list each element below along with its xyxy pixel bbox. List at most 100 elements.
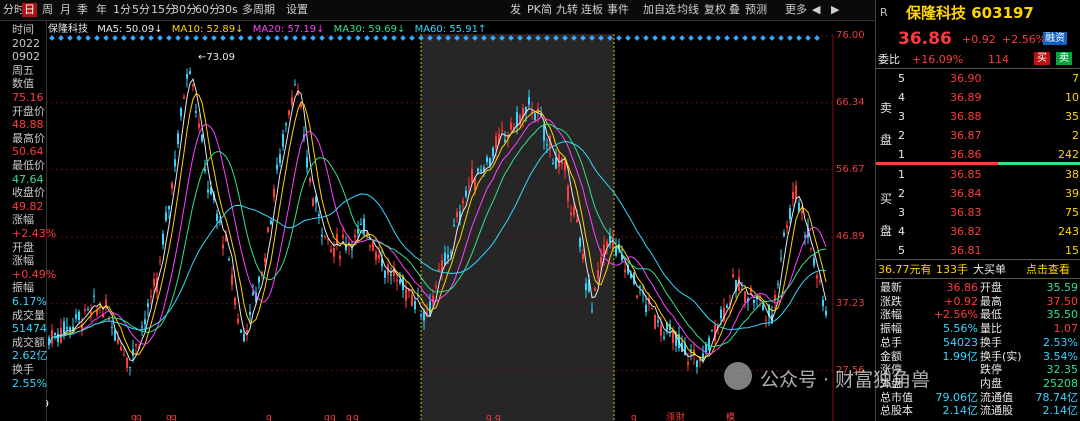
scroll-left-icon[interactable]: ◀: [812, 3, 820, 17]
kline-chart[interactable]: ←73.09←20.69gggggggggggg漲財模: [46, 34, 834, 421]
bottom-marker: 漲: [666, 412, 675, 421]
candle-body: [687, 362, 689, 365]
ask-price: 36.90: [950, 72, 982, 85]
period-tab[interactable]: 60分: [195, 3, 220, 17]
bid-vol: 38: [1065, 168, 1079, 181]
candle-body: [264, 258, 266, 263]
candle-body: [411, 294, 413, 307]
info-item: 收盘价: [12, 186, 45, 200]
candle-body: [342, 234, 344, 238]
event-marker: [724, 35, 730, 41]
stat-l2: 最低: [980, 308, 1002, 322]
candle-body: [276, 164, 278, 170]
bid-vol: 39: [1065, 187, 1079, 200]
ask-level: 2: [898, 129, 905, 142]
period-tab[interactable]: 季: [77, 3, 88, 17]
candle-body: [87, 308, 89, 310]
candle-body: [240, 329, 242, 333]
candle-body: [462, 200, 464, 204]
candle-body: [162, 233, 164, 245]
candle-body: [222, 244, 224, 249]
event-marker: [409, 35, 415, 41]
candle-body: [246, 330, 248, 333]
event-marker: [139, 35, 145, 41]
bid-vol: 15: [1065, 244, 1079, 257]
info-item: 开盘价: [12, 104, 45, 118]
candle-body: [204, 169, 206, 172]
period-tab[interactable]: 5分: [132, 3, 150, 17]
candle-body: [330, 249, 332, 252]
toolbar-button[interactable]: 九转: [556, 3, 578, 17]
toolbar-button[interactable]: PK: [527, 3, 541, 17]
event-marker: [634, 35, 640, 41]
candle-body: [783, 232, 785, 236]
stat-l1: 金额: [880, 349, 902, 363]
candle-body: [63, 321, 65, 335]
period-tab[interactable]: 设置: [286, 3, 308, 17]
weibi-count: 114: [988, 53, 1009, 66]
period-tab[interactable]: 多周期: [242, 3, 275, 17]
candle-body: [177, 133, 179, 145]
candle-body: [477, 168, 479, 172]
buy-button[interactable]: 买: [1034, 52, 1050, 65]
candle-body: [279, 154, 281, 163]
period-tab[interactable]: 1分: [113, 3, 131, 17]
ma-legend: 保隆科技 MA5: 50.09↓ MA10: 52.89↓ MA20: 57.1…: [48, 20, 492, 35]
candle-body: [90, 311, 92, 314]
big-order-link[interactable]: 点击查看: [1026, 263, 1070, 276]
candle-body: [93, 295, 95, 297]
bid-level: 4: [898, 225, 905, 238]
candle-body: [327, 239, 329, 241]
candle-body: [819, 280, 821, 282]
candle-body: [207, 189, 209, 193]
ask-vol: 7: [1072, 72, 1079, 85]
info-item: 数值: [12, 77, 34, 91]
period-tab[interactable]: 30s: [218, 3, 238, 17]
period-tab[interactable]: 日: [22, 3, 37, 17]
bid-price: 36.85: [950, 168, 982, 181]
candle-body: [195, 111, 197, 113]
toolbar-button[interactable]: 加自选: [643, 3, 676, 17]
period-tab[interactable]: 周: [42, 3, 53, 17]
candle-body: [396, 279, 398, 282]
toolbar-button[interactable]: 均线: [677, 3, 699, 17]
sell-button[interactable]: 卖: [1056, 52, 1072, 65]
candle-body: [165, 212, 167, 221]
period-tab[interactable]: 年: [96, 3, 107, 17]
toolbar-button[interactable]: 复权: [704, 3, 726, 17]
candle-body: [465, 190, 467, 197]
info-item: 6.17%: [12, 295, 47, 308]
scroll-right-icon[interactable]: ▶: [831, 3, 839, 17]
candle-body: [375, 251, 377, 260]
candle-body: [183, 96, 185, 99]
candle-body: [546, 144, 548, 146]
low-price-label: ←20.69: [46, 399, 49, 410]
stat-l1: 总市值: [880, 390, 913, 404]
candle-body: [201, 134, 203, 142]
candle-body: [435, 286, 437, 288]
toolbar-button[interactable]: 事件: [607, 3, 629, 17]
toolbar-button[interactable]: 叠: [729, 3, 740, 17]
period-tab[interactable]: 30分: [172, 3, 197, 17]
candle-body: [567, 185, 569, 201]
bottom-marker: g: [171, 413, 177, 421]
candle-body: [141, 326, 143, 328]
toolbar-button[interactable]: 更多: [785, 3, 807, 17]
big-order-text: 36.77元有: [878, 263, 932, 276]
toolbar-button[interactable]: 连板: [581, 3, 603, 17]
candle-body: [126, 357, 128, 369]
toolbar-button[interactable]: 发: [510, 3, 521, 17]
event-marker: [184, 35, 190, 41]
info-item: 48.88: [12, 118, 44, 132]
bid-price: 36.81: [950, 244, 982, 257]
candle-body: [78, 311, 80, 321]
candle-body: [306, 157, 308, 168]
candle-body: [654, 314, 656, 329]
toolbar-button[interactable]: 预测: [745, 3, 767, 17]
toolbar-button[interactable]: 简: [541, 3, 552, 17]
candle-body: [501, 130, 503, 132]
period-tab[interactable]: 月: [60, 3, 71, 17]
bid-price: 36.84: [950, 187, 982, 200]
price-axis-tick: 46.89: [836, 231, 865, 243]
price-axis-tick: 37.23: [836, 297, 865, 309]
